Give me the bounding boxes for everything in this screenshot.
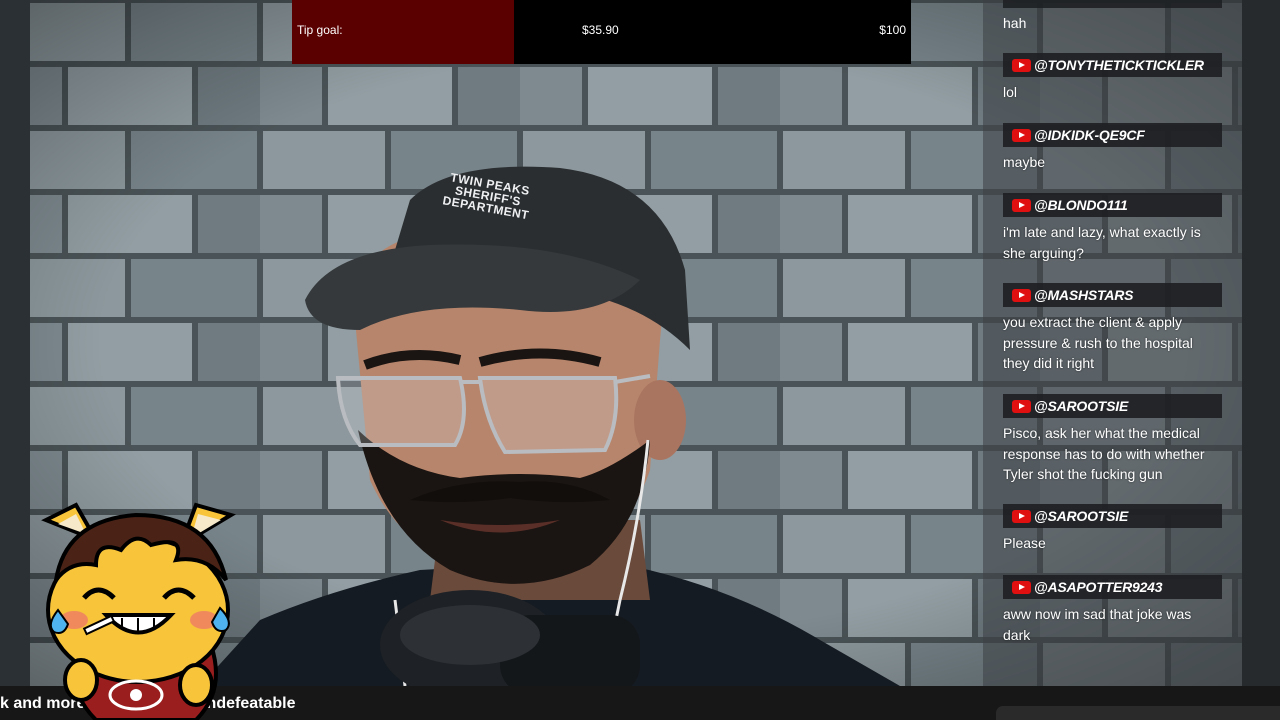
youtube-icon xyxy=(1012,128,1031,142)
chat-message: @IDKIDK-QE9CF maybe xyxy=(1003,123,1223,173)
chat-message-text: i'm late and lazy, what exactly is she a… xyxy=(1003,224,1201,261)
laughing-cat-mascot-icon xyxy=(41,502,236,720)
tip-goal-bar: Tip goal: $35.90 $100 xyxy=(292,0,911,64)
chat-message-text: you extract the client & apply pressure … xyxy=(1003,314,1193,371)
chat-message-text: aww now im sad that joke was dark xyxy=(1003,606,1192,643)
chat-message-text: lol xyxy=(1003,84,1018,100)
chat-message-text: maybe xyxy=(1003,154,1046,170)
chat-author-bar: @IDKIDK-QE9CF xyxy=(1003,123,1222,147)
chat-author-bar: @MASHSTARS xyxy=(1003,283,1222,307)
chat-message-text: hah xyxy=(1003,15,1027,31)
chat-author-name: @SAROOTSIE xyxy=(1034,398,1129,414)
chat-message: @MASHSTARS you extract the client & appl… xyxy=(1003,283,1223,374)
chat-author-bar: @BLONDO111 xyxy=(1003,193,1222,217)
chat-author-bar: @TONYTHETICKTICKLER xyxy=(1003,53,1222,77)
chat-message: @TONYTHETICKTICKLER lol xyxy=(1003,53,1223,103)
youtube-icon xyxy=(1012,198,1031,212)
chat-message-text: Pisco, ask her what the medical response… xyxy=(1003,425,1205,482)
chat-author-name: @BLONDO111 xyxy=(1034,197,1128,213)
youtube-icon xyxy=(1012,288,1031,302)
chat-author-bar: @SAROOTSIE xyxy=(1003,504,1222,528)
chat-message: @BLONDO111 i'm late and lazy, what exact… xyxy=(1003,193,1223,263)
chat-author-bar-partial xyxy=(1003,0,1222,8)
chat-message-text: Please xyxy=(1003,535,1046,551)
chat-author-name: @ASAPOTTER9243 xyxy=(1034,579,1163,595)
chat-message: @SAROOTSIE Please xyxy=(1003,504,1223,554)
chat-author-name: @MASHSTARS xyxy=(1034,287,1134,303)
youtube-icon xyxy=(1012,580,1031,594)
chat-author-name: @TONYTHETICKTICKLER xyxy=(1034,57,1204,73)
tip-goal-current-amount: $35.90 xyxy=(582,23,619,37)
chat-message: @ASAPOTTER9243 aww now im sad that joke … xyxy=(1003,575,1223,645)
chat-author-name: @IDKIDK-QE9CF xyxy=(1034,127,1145,143)
youtube-icon xyxy=(1012,58,1031,72)
scrollbar[interactable] xyxy=(996,706,1280,720)
chat-message: @SAROOTSIE Pisco, ask her what the medic… xyxy=(1003,394,1223,485)
live-chat-overlay: hah @TONYTHETICKTICKLER lol @IDKIDK-QE9C… xyxy=(983,0,1242,686)
tip-goal-target-amount: $100 xyxy=(879,23,906,37)
youtube-icon xyxy=(1012,399,1031,413)
youtube-icon xyxy=(1012,509,1031,523)
chat-author-name: @SAROOTSIE xyxy=(1034,508,1129,524)
tip-goal-label: Tip goal: xyxy=(297,23,343,37)
chat-author-bar: @ASAPOTTER9243 xyxy=(1003,575,1222,599)
right-border xyxy=(1242,0,1280,686)
microphone xyxy=(380,590,640,686)
chat-author-bar: @SAROOTSIE xyxy=(1003,394,1222,418)
